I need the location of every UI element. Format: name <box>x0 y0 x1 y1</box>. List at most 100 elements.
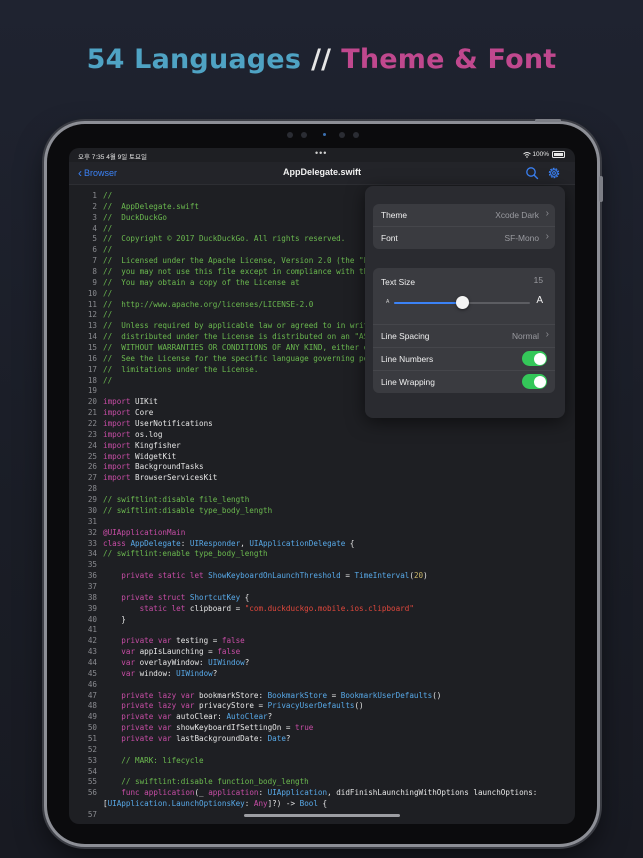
line-wrapping-label: Line Wrapping <box>381 377 435 387</box>
line-number: 43 <box>87 647 97 657</box>
code-token: // distributed under the License is dist… <box>103 332 369 342</box>
code-token: BackgroundTasks <box>130 462 204 472</box>
theme-value: Xcode Dark <box>495 210 539 220</box>
code-line: 47 private lazy var bookmarkStore: Bookm… <box>69 691 575 702</box>
line-number: 10 <box>87 288 97 298</box>
home-indicator[interactable] <box>244 814 400 817</box>
code-token: , <box>240 538 250 548</box>
code-token: autoClear: <box>171 712 227 722</box>
code-line: 42 private var testing = false <box>69 636 575 647</box>
line-wrapping-row: Line Wrapping <box>373 371 555 393</box>
line-wrapping-toggle[interactable] <box>522 374 547 389</box>
code-line: 27 import BrowserServicesKit <box>69 473 575 484</box>
line-number: 11 <box>87 299 97 309</box>
code-token: ) <box>423 571 428 581</box>
code-token: AppDelegate <box>130 538 181 548</box>
code-token: Date <box>267 733 286 743</box>
line-number: 35 <box>87 560 97 570</box>
line-numbers-toggle[interactable] <box>522 351 547 366</box>
code-token: private struct <box>121 592 186 602</box>
text-size-slider[interactable] <box>394 296 530 309</box>
camera-dot <box>301 132 307 138</box>
code-token: privacyStore = <box>194 701 268 711</box>
line-number: 15 <box>87 343 97 353</box>
volume-button <box>599 176 603 202</box>
code-line: 46 <box>69 680 575 691</box>
line-number: 19 <box>87 386 97 396</box>
code-line: 34 // swiftlint:enable type_body_length <box>69 549 575 560</box>
line-number: 21 <box>87 408 97 418</box>
top-button <box>535 119 561 122</box>
code-token: PrivacyUserDefaults <box>267 701 355 711</box>
code-line: 40 } <box>69 615 575 626</box>
code-token: private static let <box>121 571 204 581</box>
line-number: 1 <box>92 191 97 200</box>
line-number: 30 <box>87 505 97 515</box>
code-token: // Unless required by applicable law or … <box>103 321 369 331</box>
code-token: Any <box>253 799 268 809</box>
code-token: UserNotifications <box>130 419 213 429</box>
code-token: static let <box>139 603 186 613</box>
line-spacing-value: Normal <box>512 331 539 341</box>
text-size-label: Text Size <box>381 277 415 287</box>
code-token: @UIApplicationMain <box>103 527 186 537</box>
code-token: import <box>103 397 131 407</box>
line-number: 17 <box>87 364 97 374</box>
code-token: "com.duckduckgo.mobile.ios.clipboard" <box>244 603 414 613</box>
theme-row[interactable]: Theme Xcode Dark › <box>373 204 555 227</box>
line-number: 34 <box>87 549 97 559</box>
line-number: 18 <box>87 375 97 385</box>
code-token: true <box>295 723 314 733</box>
code-token: : <box>258 788 268 798</box>
code-token: var <box>121 668 136 678</box>
code-token: private lazy var <box>121 690 195 700</box>
code-line: 26 import BackgroundTasks <box>69 462 575 473</box>
code-line: 32 @UIApplicationMain <box>69 528 575 539</box>
code-line: 36 private static let ShowKeyboardOnLaun… <box>69 571 575 582</box>
slider-thumb[interactable] <box>455 296 469 309</box>
small-a-icon: A <box>386 299 390 305</box>
headline-separator: // <box>311 44 332 75</box>
code-token: // swiftlint:disable type_body_length <box>103 505 273 515</box>
code-token: ? <box>212 668 218 678</box>
code-line: 43 var appIsLaunching = false <box>69 647 575 658</box>
code-token: TimeInterval <box>354 571 410 581</box>
line-number: 14 <box>87 332 97 342</box>
code-token: // <box>103 223 113 233</box>
code-token: // <box>103 375 113 385</box>
multitasking-dots[interactable]: ••• <box>315 148 327 158</box>
line-number: 31 <box>87 516 97 526</box>
code-token: // <box>103 288 113 298</box>
code-token: // MARK: lifecycle <box>103 755 204 765</box>
code-token: ? <box>267 712 273 722</box>
font-row[interactable]: Font SF-Mono › <box>373 227 555 249</box>
line-spacing-row[interactable]: Line Spacing Normal › <box>373 325 555 348</box>
search-icon[interactable] <box>525 166 539 180</box>
font-label: Font <box>381 233 398 243</box>
code-token: AutoClear <box>226 712 268 722</box>
line-number: 56 <box>87 788 97 798</box>
line-number: 39 <box>87 603 97 613</box>
code-token: private var <box>121 636 172 646</box>
line-number: 42 <box>87 636 97 646</box>
code-token: private var <box>121 723 172 733</box>
toggle-knob <box>533 375 546 388</box>
code-token: UIWindow <box>176 668 213 678</box>
code-token: ShowKeyboardOnLaunchThreshold <box>208 571 341 581</box>
code-token: private var <box>121 733 172 743</box>
text-size-value: 15 <box>533 275 543 285</box>
line-number: 4 <box>92 223 97 233</box>
wifi-icon <box>522 151 531 158</box>
code-token: // <box>103 310 113 320</box>
gear-icon[interactable] <box>547 166 561 180</box>
line-number: 23 <box>87 429 97 439</box>
code-token: Core <box>130 408 154 418</box>
code-token: // AppDelegate.swift <box>103 201 200 211</box>
line-numbers-row: Line Numbers <box>373 348 555 371</box>
code-line: 29 // swiftlint:disable file_length <box>69 495 575 506</box>
line-number: 48 <box>87 701 97 711</box>
